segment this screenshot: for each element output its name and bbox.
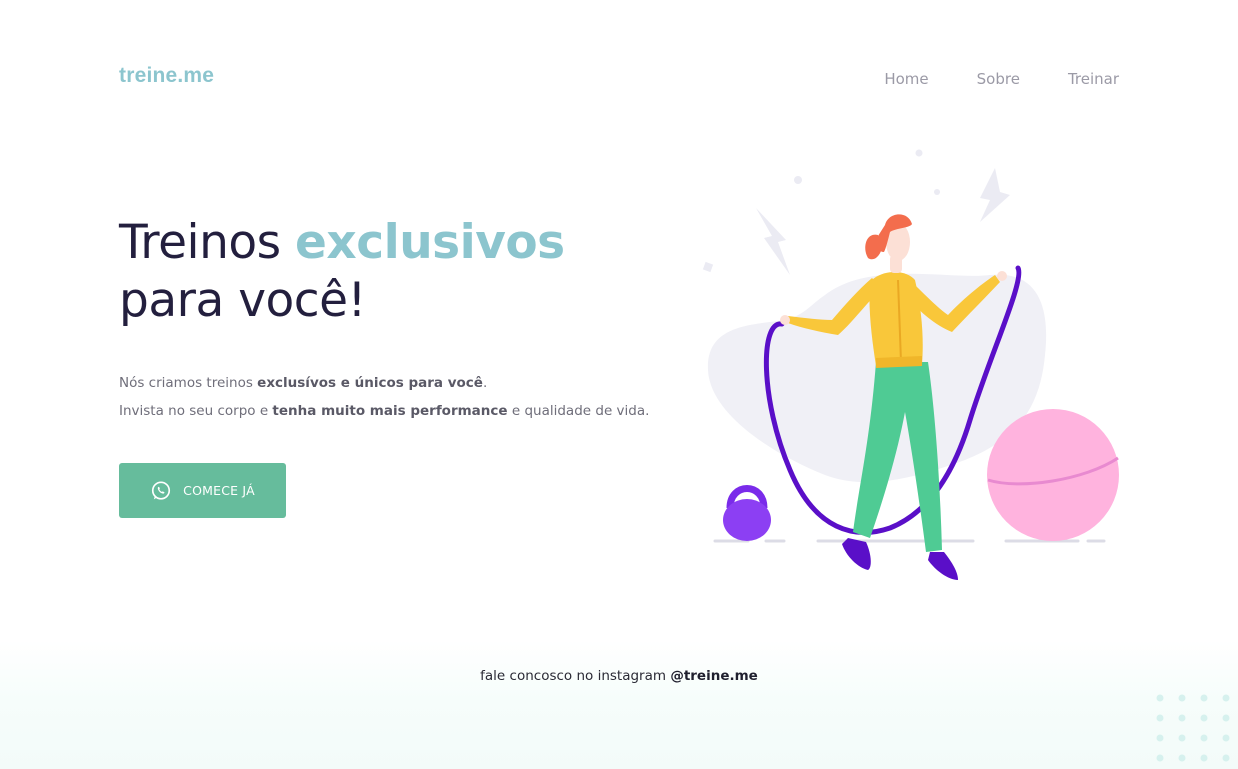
left-hand bbox=[780, 315, 790, 325]
desc-line1-bold: exclusívos e únicos para você bbox=[257, 375, 483, 391]
start-now-label: COMECE JÁ bbox=[183, 483, 255, 498]
exercise-ball-icon bbox=[987, 409, 1119, 541]
right-shoe bbox=[928, 552, 958, 580]
sparkle-dot bbox=[915, 149, 923, 157]
footer-instagram: fale concosco no instagram @treine.me bbox=[0, 668, 1238, 684]
footer-text: fale concosco no instagram bbox=[480, 668, 671, 684]
whatsapp-icon bbox=[152, 480, 171, 500]
desc-line2-bold: tenha muito mais performance bbox=[272, 403, 508, 419]
desc-line2-suffix: e qualidade de vida. bbox=[507, 403, 650, 419]
sparkle-dot bbox=[934, 189, 940, 195]
kettlebell-icon bbox=[723, 485, 771, 541]
brand-logo[interactable]: treine.me bbox=[119, 64, 214, 88]
start-now-button[interactable]: COMECE JÁ bbox=[119, 463, 286, 518]
desc-line2-prefix: Invista no seu corpo e bbox=[119, 403, 273, 419]
lightning-left-icon bbox=[756, 208, 790, 275]
hero-description-line2: Invista no seu corpo e tenha muito mais … bbox=[119, 397, 649, 425]
hero-title-part1: Treinos bbox=[119, 215, 296, 270]
desc-line1-prefix: Nós criamos treinos bbox=[119, 375, 258, 391]
hero-description: Nós criamos treinos exclusívos e únicos … bbox=[119, 369, 649, 425]
lightning-right-icon bbox=[980, 168, 1010, 222]
hero-title-highlight: exclusivos bbox=[295, 215, 565, 270]
nav-item-home[interactable]: Home bbox=[884, 70, 928, 88]
sparkle-dot bbox=[702, 261, 714, 273]
hoodie-waistband bbox=[876, 356, 922, 368]
hero-title: Treinos exclusivos para você! bbox=[119, 214, 565, 330]
hero-description-line1: Nós criamos treinos exclusívos e únicos … bbox=[119, 369, 649, 397]
figure-hoodie bbox=[869, 271, 923, 366]
instagram-handle-link[interactable]: @treine.me bbox=[670, 668, 758, 684]
sparkle-dot bbox=[794, 176, 802, 184]
right-hand bbox=[997, 271, 1007, 281]
nav-item-treinar[interactable]: Treinar bbox=[1068, 70, 1119, 88]
desc-line1-suffix: . bbox=[482, 375, 488, 391]
jump-rope-illustration bbox=[702, 149, 1119, 580]
hero-title-line2: para você! bbox=[119, 273, 366, 328]
decorative-dot-grid bbox=[1156, 694, 1230, 762]
nav-item-sobre[interactable]: Sobre bbox=[977, 70, 1020, 88]
landing-page: treine.me Home Sobre Treinar Treinos exc… bbox=[0, 0, 1238, 769]
left-shoe bbox=[842, 538, 871, 570]
main-nav: Home Sobre Treinar bbox=[884, 70, 1119, 88]
